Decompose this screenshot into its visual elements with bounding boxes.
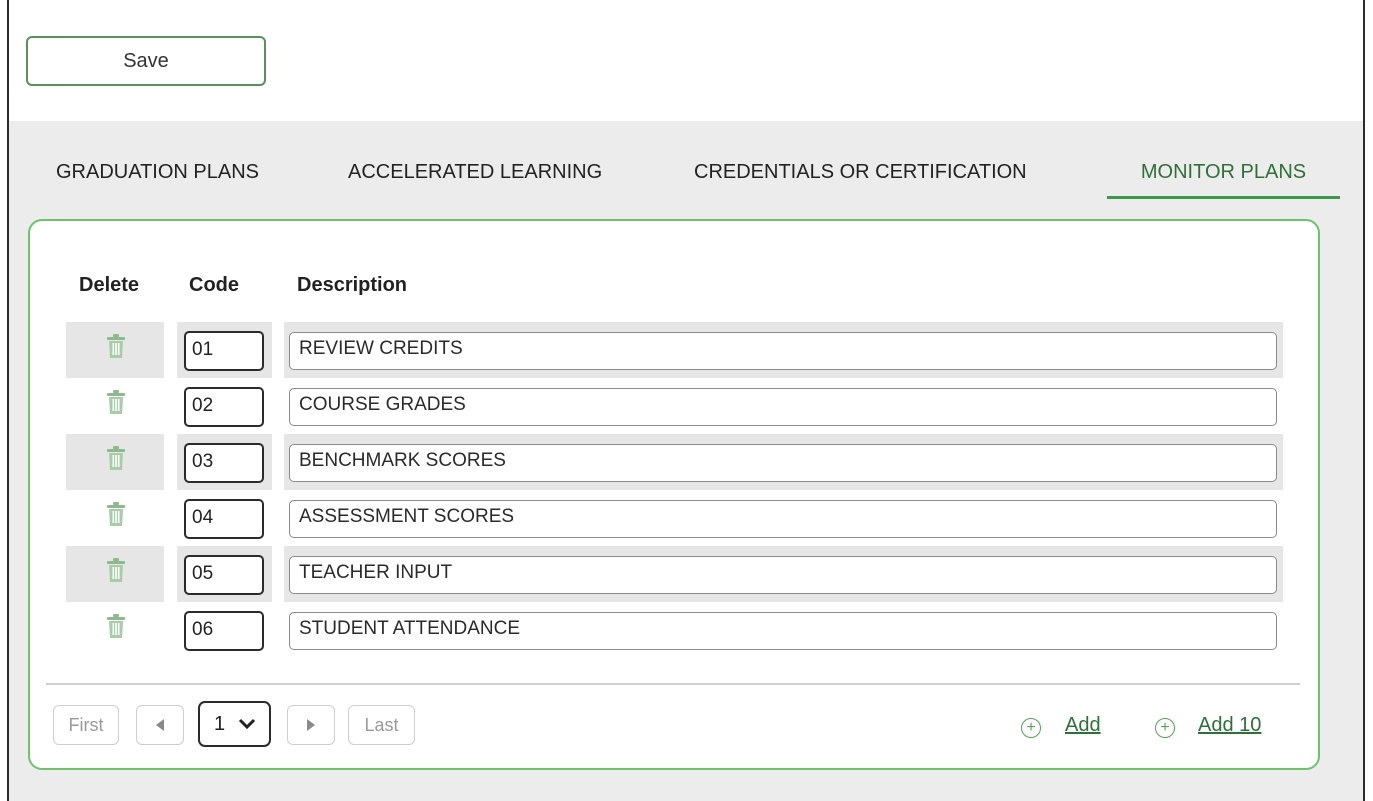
first-page-button[interactable]: First	[53, 705, 119, 745]
chevron-down-icon	[238, 718, 256, 730]
plus-circle-icon[interactable]: +	[1155, 718, 1175, 738]
page-select-value: 1	[214, 713, 226, 735]
tab-accelerated-learning[interactable]: ACCELERATED LEARNING	[348, 150, 602, 196]
description-input[interactable]: BENCHMARK SCORES	[289, 444, 1277, 482]
add-button[interactable]: Add	[1065, 714, 1101, 737]
description-input[interactable]: ASSESSMENT SCORES	[289, 500, 1277, 538]
column-header-delete: Delete	[79, 274, 140, 296]
trash-icon[interactable]	[104, 556, 128, 584]
code-input[interactable]: 02	[184, 387, 264, 427]
code-input[interactable]: 01	[184, 331, 264, 371]
trash-icon[interactable]	[104, 332, 128, 360]
prev-page-button[interactable]	[136, 705, 184, 745]
description-input[interactable]: STUDENT ATTENDANCE	[289, 612, 1277, 650]
tab-graduation-plans[interactable]: GRADUATION PLANS	[56, 150, 259, 196]
tab-monitor-plans[interactable]: MONITOR PLANS	[1107, 150, 1340, 199]
monitor-plans-card	[28, 219, 1320, 770]
code-input[interactable]: 06	[184, 611, 264, 651]
column-header-code: Code	[189, 274, 239, 296]
caret-left-icon	[156, 719, 164, 731]
add-10-button[interactable]: Add 10	[1198, 714, 1261, 737]
column-header-description: Description	[297, 274, 408, 296]
plus-circle-icon[interactable]: +	[1021, 718, 1041, 738]
code-input[interactable]: 05	[184, 555, 264, 595]
next-page-button[interactable]	[287, 705, 335, 745]
code-input[interactable]: 04	[184, 499, 264, 539]
description-input[interactable]: REVIEW CREDITS	[289, 332, 1277, 370]
trash-icon[interactable]	[104, 500, 128, 528]
page-select[interactable]: 1	[198, 701, 271, 747]
trash-icon[interactable]	[104, 388, 128, 416]
divider	[46, 683, 1300, 685]
description-input[interactable]: TEACHER INPUT	[289, 556, 1277, 594]
save-button[interactable]: Save	[26, 36, 266, 86]
trash-icon[interactable]	[104, 612, 128, 640]
caret-right-icon	[307, 719, 315, 731]
trash-icon[interactable]	[104, 444, 128, 472]
code-input[interactable]: 03	[184, 443, 264, 483]
description-input[interactable]: COURSE GRADES	[289, 388, 1277, 426]
last-page-button[interactable]: Last	[348, 705, 415, 745]
tab-credentials-or-certification[interactable]: CREDENTIALS OR CERTIFICATION	[694, 150, 1027, 196]
